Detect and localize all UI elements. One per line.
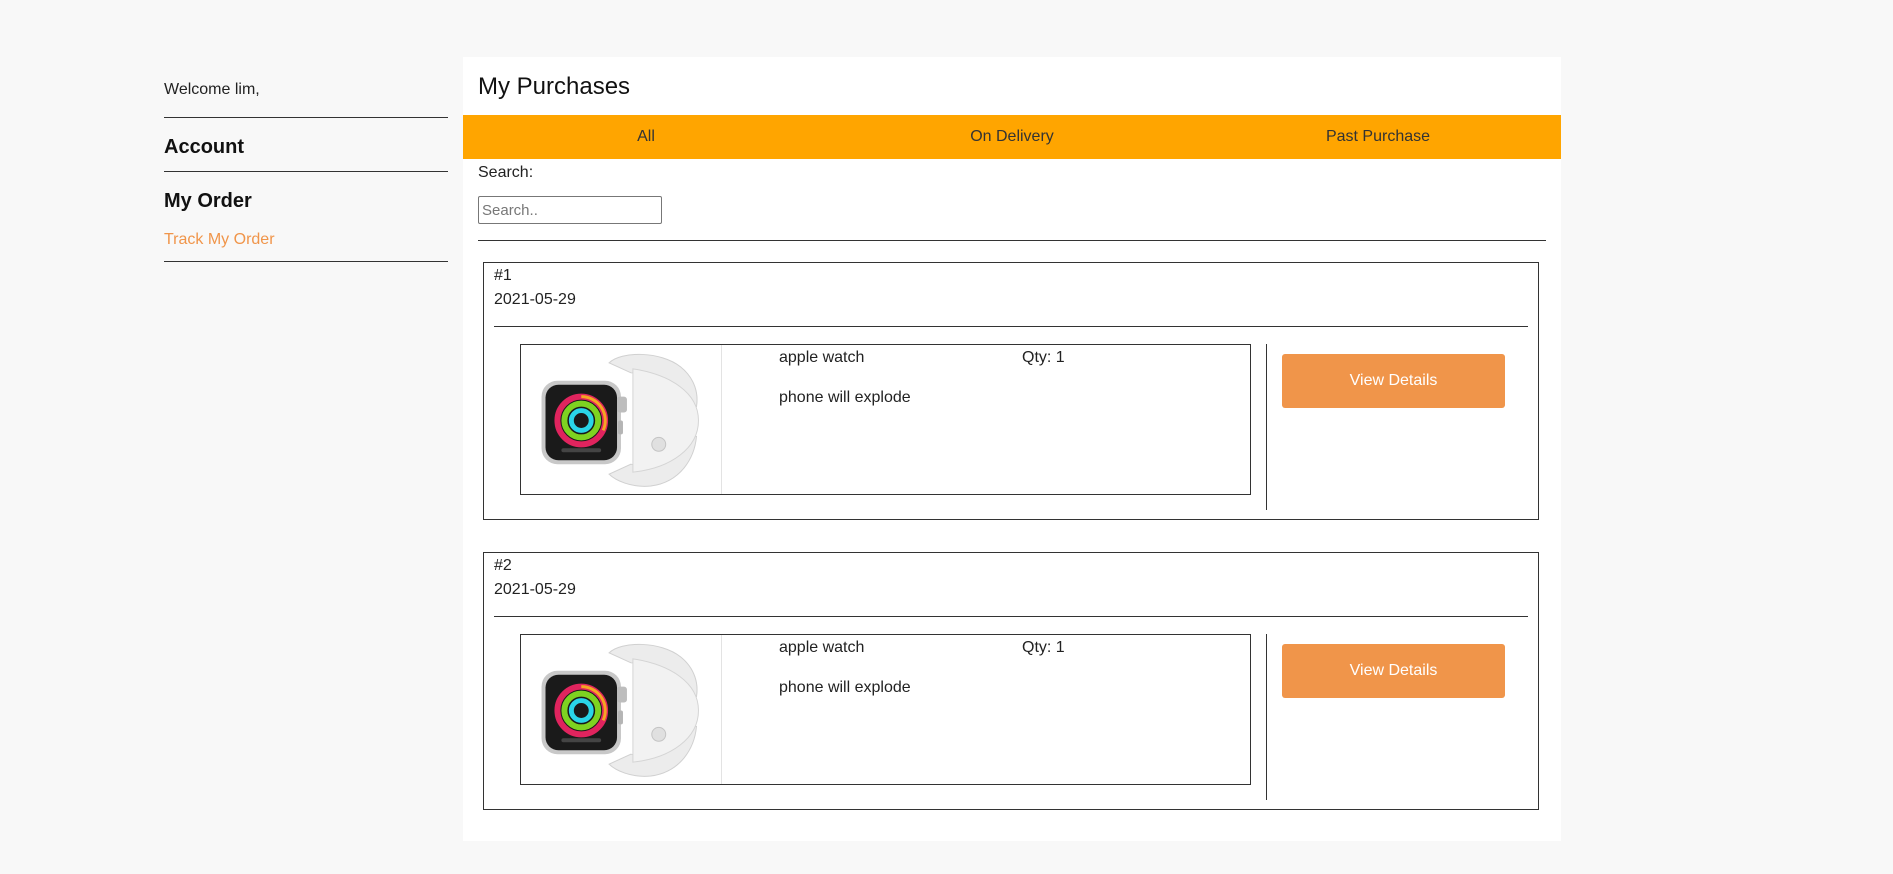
my-order-section: My Order Track My Order bbox=[164, 172, 448, 262]
item-description: phone will explode bbox=[779, 389, 911, 406]
item-qty: Qty: 1 bbox=[1022, 349, 1065, 366]
account-heading[interactable]: Account bbox=[164, 136, 448, 159]
order-number: #1 bbox=[494, 267, 512, 284]
tab-past-purchase[interactable]: Past Purchase bbox=[1195, 115, 1561, 159]
view-details-button[interactable]: View Details bbox=[1282, 354, 1505, 408]
vertical-divider bbox=[1266, 634, 1267, 800]
tab-on-delivery[interactable]: On Delivery bbox=[829, 115, 1195, 159]
item-name: apple watch bbox=[779, 349, 865, 366]
order-card: #1 2021-05-29 apple watch Qty: 1 phone w… bbox=[483, 262, 1539, 520]
track-my-order-link[interactable]: Track My Order bbox=[164, 231, 448, 249]
order-divider bbox=[494, 616, 1528, 617]
order-divider bbox=[494, 326, 1528, 327]
page-title: My Purchases bbox=[478, 73, 631, 100]
order-number: #2 bbox=[494, 557, 512, 574]
apple-watch-image bbox=[521, 635, 722, 784]
tab-all[interactable]: All bbox=[463, 115, 829, 159]
order-item: apple watch Qty: 1 phone will explode bbox=[520, 344, 1251, 495]
order-card: #2 2021-05-29 apple watch Qty: 1 phone w… bbox=[483, 552, 1539, 810]
welcome-text: Welcome lim, bbox=[164, 70, 448, 118]
search-input[interactable] bbox=[478, 196, 662, 224]
item-name: apple watch bbox=[779, 639, 865, 656]
purchase-tabs: All On Delivery Past Purchase bbox=[463, 115, 1561, 159]
account-section: Account bbox=[164, 118, 448, 172]
apple-watch-image bbox=[521, 345, 722, 494]
my-order-heading[interactable]: My Order bbox=[164, 190, 448, 213]
item-qty: Qty: 1 bbox=[1022, 639, 1065, 656]
order-item: apple watch Qty: 1 phone will explode bbox=[520, 634, 1251, 785]
search-divider bbox=[478, 240, 1546, 241]
view-details-button[interactable]: View Details bbox=[1282, 644, 1505, 698]
order-date: 2021-05-29 bbox=[494, 291, 576, 308]
item-description: phone will explode bbox=[779, 679, 911, 696]
search-label: Search: bbox=[478, 164, 534, 181]
order-date: 2021-05-29 bbox=[494, 581, 576, 598]
purchases-panel: My Purchases All On Delivery Past Purcha… bbox=[463, 57, 1561, 841]
sidebar: Welcome lim, Account My Order Track My O… bbox=[164, 70, 448, 262]
vertical-divider bbox=[1266, 344, 1267, 510]
